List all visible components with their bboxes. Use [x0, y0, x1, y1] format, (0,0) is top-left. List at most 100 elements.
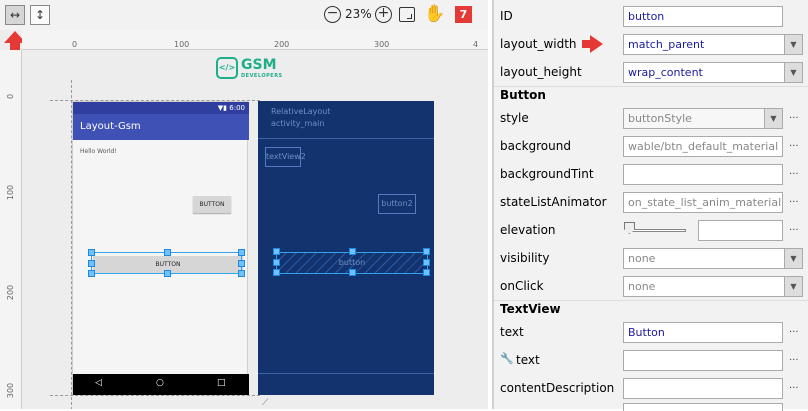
section-textview-header: TextView — [500, 302, 561, 316]
elevation-input[interactable] — [698, 220, 783, 241]
resize-handle[interactable] — [423, 259, 430, 266]
elevation-slider-thumb[interactable] — [624, 222, 635, 234]
resize-handle[interactable] — [273, 248, 280, 255]
resize-handle[interactable] — [273, 259, 280, 266]
resize-handle[interactable] — [238, 260, 245, 267]
resize-handle[interactable] — [88, 270, 95, 277]
blueprint-divider — [258, 373, 434, 374]
chevron-down-icon[interactable]: ▼ — [784, 35, 802, 54]
style-more-button[interactable]: ... — [789, 110, 799, 121]
logo-text: GSM — [241, 57, 277, 73]
ruler-left-label: 100 — [6, 184, 16, 201]
prop-label: background — [500, 139, 571, 153]
zoom-in-icon[interactable]: + — [375, 6, 392, 23]
wifi-icon: ▼▮ — [217, 104, 230, 112]
zoom-out-icon[interactable]: − — [324, 6, 341, 23]
button2-preview[interactable]: BUTTON — [193, 196, 231, 213]
pan-hand-icon[interactable]: ✋ — [424, 4, 445, 24]
ruler-left-label: 200 — [6, 284, 16, 301]
resize-handle[interactable] — [238, 249, 245, 256]
prop-row-visibility: visibility none ▼ — [494, 244, 808, 272]
layout-width-value: match_parent — [628, 38, 705, 51]
resize-handle[interactable] — [88, 249, 95, 256]
visibility-dropdown[interactable]: none ▼ — [623, 248, 803, 269]
section-button-header: Button — [500, 88, 546, 102]
text-more-button[interactable]: ... — [789, 324, 799, 335]
prop-label: layout_height — [500, 65, 582, 79]
prop-label: backgroundTint — [500, 167, 594, 181]
chevron-down-icon[interactable]: ▼ — [764, 109, 782, 128]
resize-handle[interactable] — [164, 249, 171, 256]
prop-row-contentdescription: contentDescription ... — [494, 374, 808, 402]
expand-vertical-icon[interactable]: ↕ — [30, 5, 50, 25]
resize-handle[interactable] — [349, 248, 356, 255]
chevron-down-icon[interactable]: ▼ — [784, 249, 802, 268]
prop-label: text — [500, 325, 524, 339]
ruler-top-label: 300 — [374, 40, 390, 49]
ruler-top-label: 4 — [473, 40, 479, 49]
resize-handle[interactable] — [349, 269, 356, 276]
ruler-top-label: 0 — [72, 40, 78, 49]
tools-text-input[interactable] — [623, 350, 783, 371]
blueprint-textview2[interactable]: textView2 — [265, 147, 306, 167]
chevron-down-icon[interactable]: ▼ — [784, 277, 802, 296]
text-input[interactable]: Button — [623, 322, 783, 343]
resize-handle[interactable] — [273, 269, 280, 276]
ruler-top: 0 100 200 300 4 — [22, 30, 488, 50]
next-input-partial[interactable] — [623, 403, 783, 411]
elevation-more-button[interactable]: ... — [789, 222, 799, 233]
prop-row-id: ID button — [494, 2, 808, 30]
style-dropdown[interactable]: buttonStyle ▼ — [623, 108, 783, 129]
design-toolbar: ↔ ↕ − 23% + ✋ 7 — [0, 0, 488, 30]
prop-row-text: text Button ... — [494, 318, 808, 346]
guide-line — [50, 395, 260, 396]
prop-row-elevation: elevation ... — [494, 216, 808, 244]
statelistanimator-input[interactable]: on_state_list_anim_material — [623, 192, 783, 213]
hello-textview[interactable]: Hello World! — [80, 148, 117, 155]
prop-row-tools-text: 🔧 text ... — [494, 346, 808, 374]
resize-handle[interactable] — [238, 270, 245, 277]
onclick-value: none — [628, 280, 656, 293]
contentdescription-more-button[interactable]: ... — [789, 380, 799, 391]
backgroundtint-more-button[interactable]: ... — [789, 166, 799, 177]
contentdescription-input[interactable] — [623, 378, 783, 399]
statelistanimator-more-button[interactable]: ... — [789, 194, 799, 205]
tools-text-more-button[interactable]: ... — [789, 352, 799, 363]
onclick-dropdown[interactable]: none ▼ — [623, 276, 803, 297]
status-bar: ▼▮ 6:00 — [73, 102, 249, 114]
prop-label: stateListAnimator — [500, 195, 607, 209]
prop-label: ID — [500, 9, 513, 23]
blueprint-preview[interactable]: RelativeLayout activity_main textView2 b… — [258, 101, 434, 395]
resize-handle[interactable] — [88, 260, 95, 267]
resize-handle[interactable] — [423, 269, 430, 276]
prop-label: style — [500, 111, 529, 125]
resize-corner-icon[interactable]: ⟋ — [262, 398, 268, 408]
zoom-level: 23% — [345, 7, 372, 21]
prop-label: contentDescription — [500, 381, 615, 395]
phone-preview[interactable]: ▼▮ 6:00 Layout-Gsm Hello World! BUTTON B… — [72, 101, 249, 395]
nav-bar: ◁ ○ □ — [73, 374, 249, 395]
ruler-left-label: 0 — [6, 93, 16, 100]
wrench-icon: 🔧 — [500, 352, 514, 365]
resize-handle[interactable] — [423, 248, 430, 255]
prop-row-backgroundtint: backgroundTint ... — [494, 160, 808, 188]
divider — [494, 86, 808, 87]
id-input[interactable]: button — [623, 6, 783, 27]
blueprint-button2[interactable]: button2 — [378, 194, 416, 214]
background-input[interactable]: wable/btn_default_material — [623, 136, 783, 157]
backgroundtint-input[interactable] — [623, 164, 783, 185]
chevron-down-icon[interactable]: ▼ — [784, 63, 802, 82]
ruler-left: 0 100 200 300 — [0, 50, 22, 409]
resize-handle[interactable] — [164, 270, 171, 277]
elevation-slider-track[interactable] — [628, 229, 686, 232]
visibility-value: none — [628, 252, 656, 265]
expand-horizontal-icon[interactable]: ↔ — [5, 5, 25, 25]
zoom-fit-icon[interactable] — [399, 7, 415, 22]
nav-back-icon: ◁ — [95, 378, 102, 388]
layout-width-dropdown[interactable]: match_parent ▼ — [623, 34, 803, 55]
divider — [494, 300, 808, 301]
background-more-button[interactable]: ... — [789, 138, 799, 149]
layout-height-dropdown[interactable]: wrap_content ▼ — [623, 62, 803, 83]
error-count-badge[interactable]: 7 — [455, 6, 472, 23]
status-time: 6:00 — [229, 104, 245, 112]
